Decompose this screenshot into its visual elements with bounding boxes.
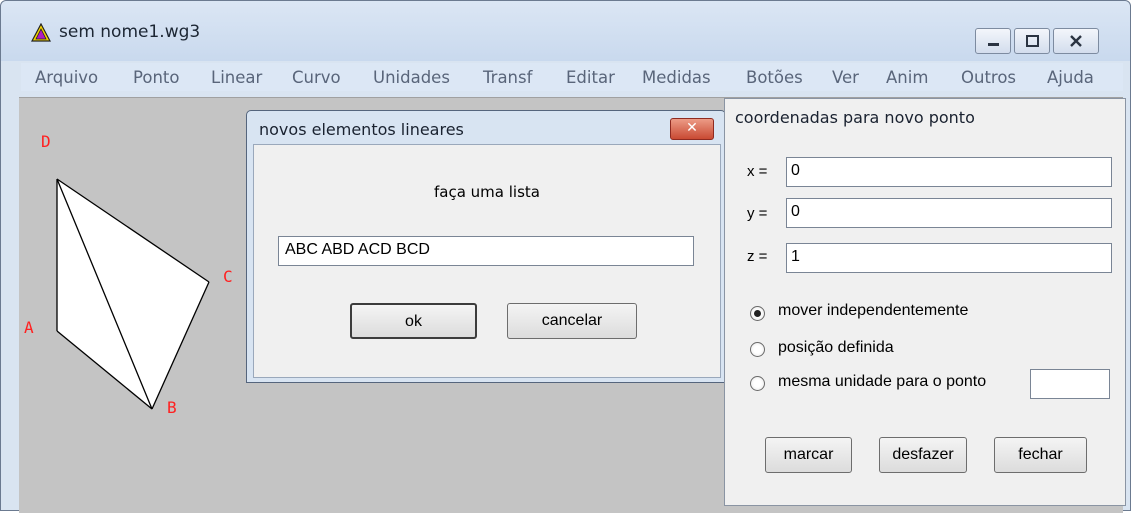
option-move-independently[interactable]: mover independentemente <box>778 302 968 320</box>
dialog-prompt: faça uma lista <box>434 183 540 201</box>
x-coordinate-input[interactable]: 0 <box>786 157 1112 187</box>
y-label: y = <box>747 205 768 222</box>
close-icon <box>1070 35 1082 47</box>
point-label-c[interactable]: C <box>223 267 233 286</box>
option-defined-position[interactable]: posição definida <box>778 339 894 357</box>
unit-point-input[interactable] <box>1030 369 1110 399</box>
radio-defined-position[interactable] <box>750 342 765 357</box>
y-coordinate-input[interactable]: 0 <box>786 198 1112 228</box>
minimize-icon <box>988 43 999 46</box>
window-title: sem nome1.wg3 <box>59 22 201 42</box>
point-label-b[interactable]: B <box>167 398 177 417</box>
undo-button[interactable]: desfazer <box>879 437 967 473</box>
menu-unidades[interactable]: Unidades <box>373 68 450 87</box>
z-coordinate-input[interactable]: 1 <box>786 243 1112 273</box>
menu-outros[interactable]: Outros <box>961 68 1016 87</box>
menu-ponto[interactable]: Ponto <box>133 68 179 87</box>
linear-elements-dialog: novos elementos lineares ✕ faça uma list… <box>246 110 726 383</box>
close-icon: ✕ <box>686 120 698 136</box>
menu-bar: Arquivo Ponto Linear Curvo Unidades Tran… <box>21 63 1123 91</box>
dialog-close-button[interactable]: ✕ <box>670 118 714 140</box>
menu-botoes[interactable]: Botões <box>746 68 803 87</box>
menu-ver[interactable]: Ver <box>832 68 859 87</box>
maximize-button[interactable] <box>1014 28 1050 54</box>
mark-button[interactable]: marcar <box>765 437 852 473</box>
radio-same-unit[interactable] <box>750 376 765 391</box>
close-panel-button[interactable]: fechar <box>994 437 1087 473</box>
menu-transf[interactable]: Transf <box>483 68 532 87</box>
menu-anim[interactable]: Anim <box>886 68 928 87</box>
menu-editar[interactable]: Editar <box>566 68 615 87</box>
dialog-body: faça uma lista ABC ABD ACD BCD ok cancel… <box>253 144 721 378</box>
radio-move-independently[interactable] <box>750 306 765 321</box>
point-label-d[interactable]: D <box>41 132 51 151</box>
z-label: z = <box>747 248 768 265</box>
new-point-coordinates-panel: coordenadas para novo ponto x = 0 y = 0 … <box>724 98 1126 506</box>
menu-curvo[interactable]: Curvo <box>292 68 341 87</box>
menu-arquivo[interactable]: Arquivo <box>35 68 98 87</box>
point-label-a[interactable]: A <box>24 318 34 337</box>
option-same-unit[interactable]: mesma unidade para o ponto <box>778 373 986 391</box>
menu-linear[interactable]: Linear <box>211 68 262 87</box>
title-bar[interactable]: sem nome1.wg3 <box>1 1 1130 61</box>
menu-medidas[interactable]: Medidas <box>642 68 711 87</box>
x-label: x = <box>747 163 768 180</box>
ok-button[interactable]: ok <box>350 303 477 339</box>
element-list-input[interactable]: ABC ABD ACD BCD <box>278 236 694 266</box>
wingeom-triangle-icon <box>31 23 51 42</box>
cancel-button[interactable]: cancelar <box>507 303 637 339</box>
radio-selected-dot <box>754 310 761 317</box>
panel-title: coordenadas para novo ponto <box>735 108 975 127</box>
menu-ajuda[interactable]: Ajuda <box>1047 68 1094 87</box>
minimize-button[interactable] <box>975 28 1011 54</box>
close-button[interactable] <box>1053 28 1099 54</box>
dialog-title: novos elementos lineares <box>259 120 464 139</box>
maximize-icon <box>1026 35 1039 47</box>
